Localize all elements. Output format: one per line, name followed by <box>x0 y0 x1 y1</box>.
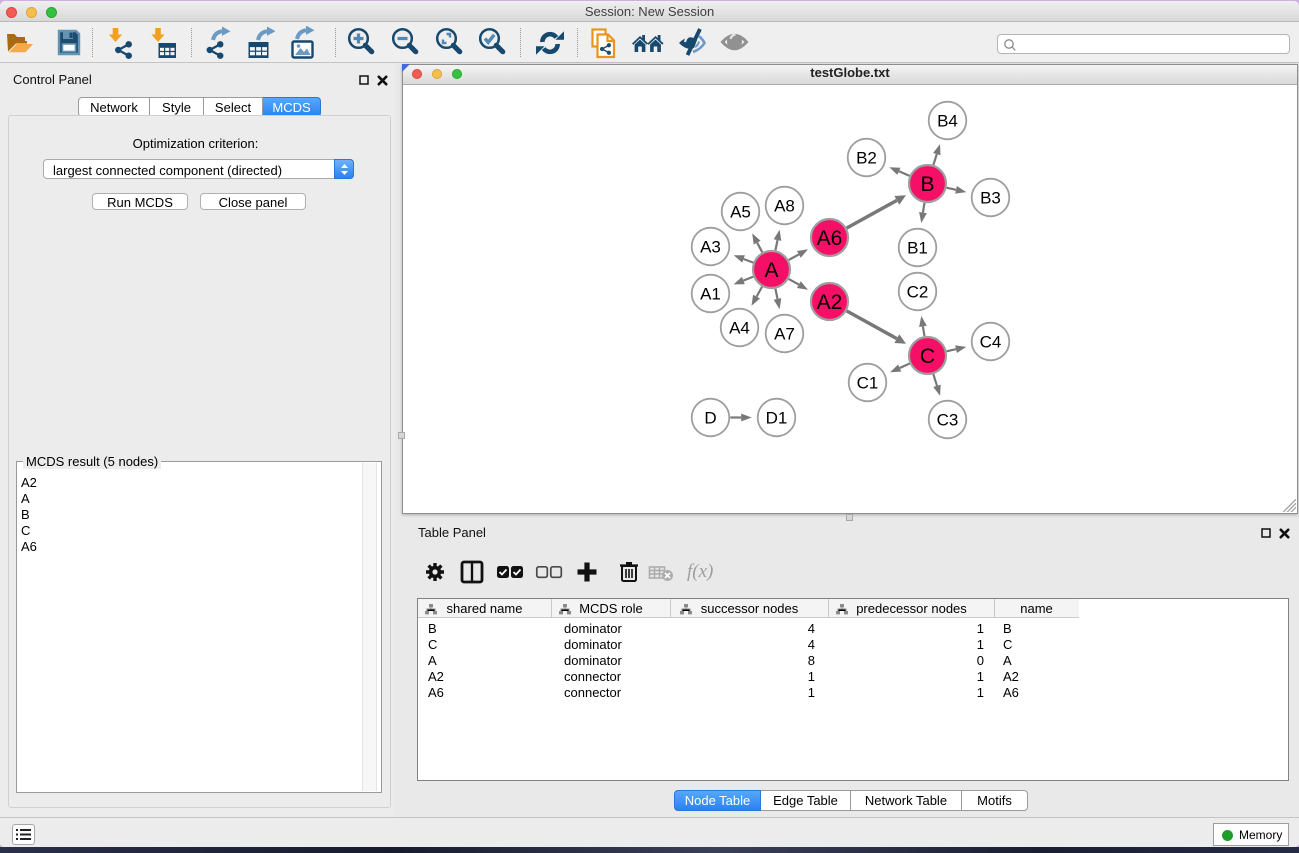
svg-text:B1: B1 <box>907 239 928 258</box>
svg-text:B: B <box>920 173 934 196</box>
svg-text:A5: A5 <box>730 203 751 222</box>
svg-text:A8: A8 <box>774 197 795 216</box>
svg-text:B3: B3 <box>980 189 1001 208</box>
svg-text:C3: C3 <box>937 411 959 430</box>
svg-text:C1: C1 <box>857 374 879 393</box>
svg-text:C: C <box>920 345 935 368</box>
svg-text:A3: A3 <box>700 238 721 257</box>
svg-text:A7: A7 <box>774 325 795 344</box>
svg-text:A6: A6 <box>817 227 843 250</box>
svg-text:A4: A4 <box>729 319 750 338</box>
svg-text:A1: A1 <box>700 285 721 304</box>
svg-text:B2: B2 <box>856 149 877 168</box>
svg-text:C2: C2 <box>907 283 929 302</box>
svg-text:D: D <box>704 409 716 428</box>
svg-text:C4: C4 <box>980 333 1002 352</box>
svg-text:D1: D1 <box>766 409 788 428</box>
svg-text:B4: B4 <box>937 112 958 131</box>
svg-text:A: A <box>764 259 778 282</box>
svg-text:A2: A2 <box>817 291 843 314</box>
